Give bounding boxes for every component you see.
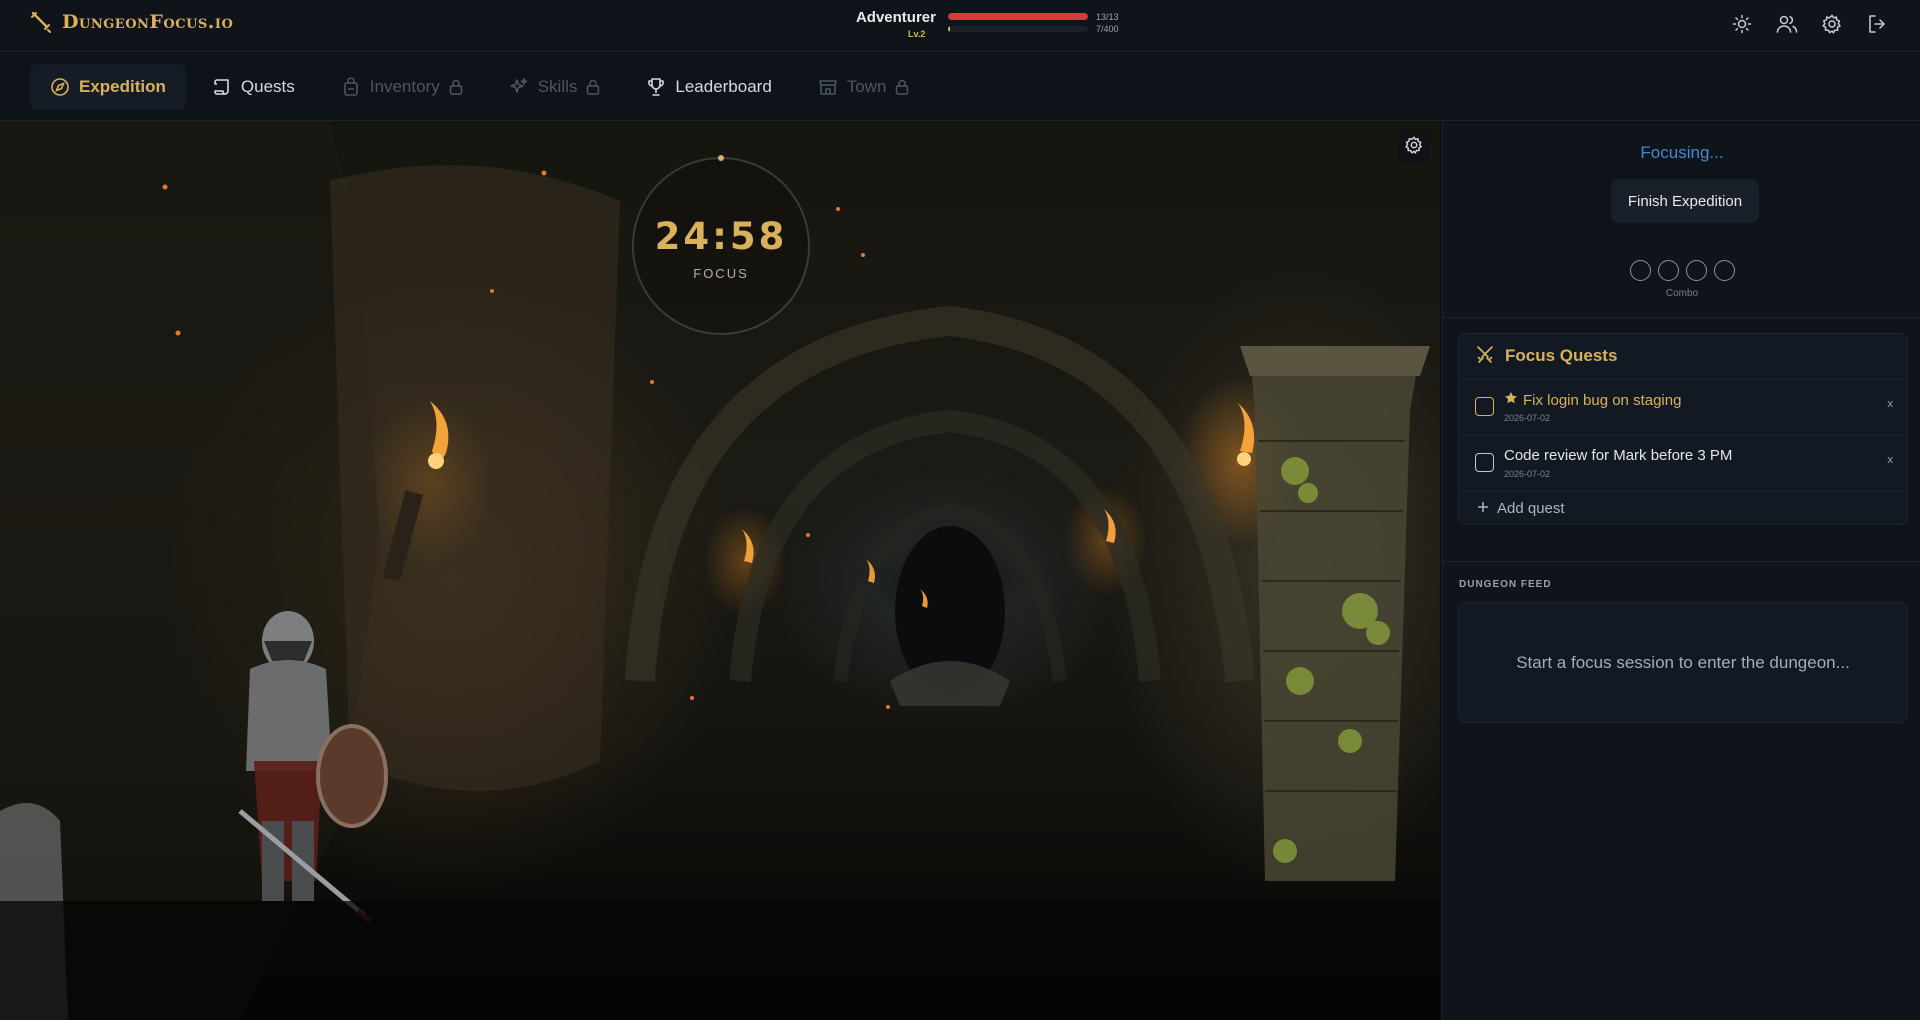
sun-icon[interactable] bbox=[1730, 12, 1753, 35]
sword-icon bbox=[30, 11, 52, 33]
xp-bar bbox=[948, 26, 1088, 32]
tab-expedition[interactable]: Expedition bbox=[30, 63, 186, 110]
hp-bar-fill bbox=[948, 13, 1088, 20]
scroll-icon bbox=[212, 77, 232, 97]
tab-label: Skills bbox=[537, 76, 578, 96]
crossed-swords-icon bbox=[1475, 344, 1495, 369]
gear-icon bbox=[1405, 135, 1423, 159]
divider bbox=[1443, 317, 1920, 318]
lock-icon bbox=[449, 79, 463, 95]
focus-quests-card: Focus Quests Fix login bug on staging 20… bbox=[1458, 333, 1908, 525]
quest-text: Fix login bug on staging bbox=[1523, 391, 1682, 409]
quest-date: 2026-07-02 bbox=[1504, 413, 1551, 423]
scene-settings-button[interactable] bbox=[1398, 131, 1430, 163]
tab-label: Quests bbox=[240, 76, 295, 96]
quest-date: 2026-07-02 bbox=[1504, 469, 1551, 479]
logout-icon[interactable] bbox=[1865, 12, 1888, 35]
logo-text: DungeonFocus.io bbox=[62, 11, 234, 33]
player-name: Adventurer bbox=[855, 9, 936, 26]
hp-text: 13/13 bbox=[1096, 12, 1119, 22]
quest-text: Code review for Mark before 3 PM bbox=[1504, 447, 1733, 464]
player-status: Adventurer Lv.2 13/13 7/400 bbox=[855, 8, 1128, 42]
tab-leaderboard[interactable]: Leaderboard bbox=[626, 64, 791, 110]
compass-icon bbox=[50, 77, 70, 97]
finish-expedition-button[interactable]: Finish Expedition bbox=[1611, 179, 1759, 223]
tab-label: Inventory bbox=[369, 76, 440, 96]
trophy-icon bbox=[646, 77, 666, 97]
xp-bar-fill bbox=[948, 26, 951, 32]
tab-quests[interactable]: Quests bbox=[192, 64, 315, 110]
tab-label: Town bbox=[846, 76, 887, 96]
timer-mode: FOCUS bbox=[693, 266, 749, 281]
combo-dot bbox=[1685, 260, 1707, 281]
remove-quest-button[interactable]: x bbox=[1888, 454, 1894, 466]
divider bbox=[1443, 561, 1920, 562]
combo-meter bbox=[1443, 260, 1920, 281]
plus-icon bbox=[1477, 500, 1489, 517]
lock-icon bbox=[895, 79, 909, 95]
gear-icon[interactable] bbox=[1820, 12, 1843, 35]
quest-title: Fix login bug on staging bbox=[1504, 391, 1681, 409]
add-quest-label: Add quest bbox=[1497, 499, 1565, 517]
main-nav: Expedition Quests Inventory Skills Leade… bbox=[0, 53, 1920, 121]
quest-item: Code review for Mark before 3 PM 2026-07… bbox=[1459, 435, 1907, 491]
xp-text: 7/400 bbox=[1096, 24, 1119, 34]
quest-checkbox[interactable] bbox=[1475, 453, 1494, 472]
store-icon bbox=[818, 77, 838, 97]
side-panel: Focusing... Finish Expedition Combo Focu… bbox=[1442, 121, 1920, 1020]
focus-quests-header: Focus Quests bbox=[1459, 334, 1907, 379]
focus-status: Focusing... bbox=[1640, 143, 1724, 162]
combo-dot bbox=[1713, 260, 1735, 281]
timer-time: 24:58 bbox=[654, 215, 788, 258]
lock-icon bbox=[586, 79, 600, 95]
backpack-icon bbox=[341, 76, 361, 97]
quest-checkbox[interactable] bbox=[1475, 397, 1494, 416]
header-actions bbox=[1730, 12, 1888, 35]
add-quest-button[interactable]: Add quest bbox=[1459, 491, 1907, 525]
dungeon-feed-label: DUNGEON FEED bbox=[1459, 579, 1552, 590]
focus-timer: 24:58 FOCUS bbox=[629, 154, 813, 338]
star-icon bbox=[1504, 391, 1518, 409]
tab-inventory[interactable]: Inventory bbox=[321, 64, 483, 110]
logo[interactable]: DungeonFocus.io bbox=[30, 11, 233, 33]
quest-item: Fix login bug on staging 2026-07-02 x bbox=[1459, 379, 1907, 435]
combo-dot bbox=[1629, 260, 1651, 281]
sparkles-icon bbox=[509, 77, 529, 97]
combo-label: Combo bbox=[1665, 288, 1699, 299]
tab-label: Expedition bbox=[79, 76, 166, 96]
users-icon[interactable] bbox=[1775, 12, 1798, 35]
remove-quest-button[interactable]: x bbox=[1888, 398, 1894, 410]
dungeon-feed: Start a focus session to enter the dunge… bbox=[1458, 602, 1908, 723]
focus-quests-title: Focus Quests bbox=[1505, 346, 1618, 365]
tab-label: Leaderboard bbox=[675, 76, 772, 96]
hp-bar bbox=[948, 13, 1088, 20]
top-bar: DungeonFocus.io Adventurer Lv.2 13/13 7/… bbox=[0, 0, 1920, 52]
player-level: Lv.2 bbox=[908, 29, 926, 39]
tab-town[interactable]: Town bbox=[798, 64, 930, 110]
dungeon-scene: 24:58 FOCUS bbox=[0, 121, 1440, 1020]
tab-skills[interactable]: Skills bbox=[489, 64, 621, 110]
dungeon-feed-empty-text: Start a focus session to enter the dunge… bbox=[1516, 652, 1850, 672]
combo-dot bbox=[1657, 260, 1679, 281]
quest-title: Code review for Mark before 3 PM bbox=[1504, 447, 1732, 464]
